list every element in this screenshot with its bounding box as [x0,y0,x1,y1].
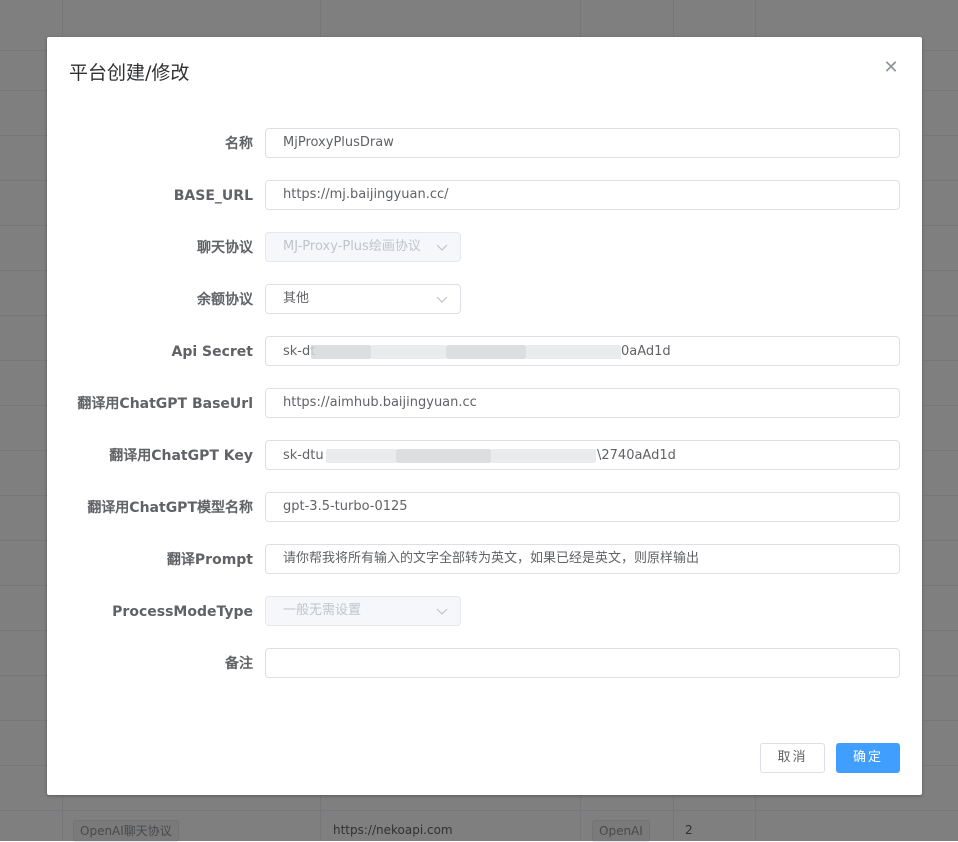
redaction-blur [396,449,491,463]
translate-base-url-input[interactable] [265,388,900,418]
form-row-remark: 备注 [47,648,922,680]
remark-input[interactable] [265,648,900,678]
key-start: sk-dtu [283,448,324,463]
form-row-translate-base-url: 翻译用ChatGPT BaseUrl [47,388,922,420]
key-end: \2740aAd1d [597,448,676,463]
field-label: BASE_URL [173,188,253,204]
cancel-button[interactable]: 取消 [760,743,825,773]
secret-end: 0aAd1d [621,344,671,359]
balance-protocol-select[interactable]: 其他 [265,284,461,314]
form-row-balance-protocol: 余额协议 其他 [47,284,922,316]
redaction-blur [491,449,596,463]
api-secret-input[interactable]: sk-dt 0aAd1d [265,336,900,366]
translate-model-input[interactable] [265,492,900,522]
field-label: 名称 [225,136,253,152]
field-label: 翻译用ChatGPT Key [109,448,253,464]
dialog-title: 平台创建/修改 [69,62,190,84]
chevron-down-icon [436,608,448,615]
field-label: Api Secret [171,344,254,360]
field-label: 翻译用ChatGPT BaseUrl [77,396,253,412]
close-icon[interactable]: ✕ [882,59,900,77]
process-mode-type-select: 一般无需设置 [265,596,461,626]
translate-prompt-input[interactable] [265,544,900,574]
field-label: 备注 [225,656,253,672]
name-input[interactable] [265,128,900,158]
select-value: 其他 [283,291,310,306]
field-label: 翻译Prompt [166,552,253,568]
field-label: 余额协议 [197,292,253,308]
field-label: ProcessModeType [112,604,253,620]
chat-protocol-select: MJ-Proxy-Plus绘画协议 [265,232,461,262]
translate-key-input[interactable]: sk-dtu \2740aAd1d [265,440,900,470]
form-row-api-secret: Api Secret sk-dt 0aAd1d [47,336,922,368]
confirm-button[interactable]: 确定 [836,743,900,773]
field-label: 聊天协议 [197,240,253,256]
base-url-input[interactable] [265,180,900,210]
form-row-process-mode-type: ProcessModeType 一般无需设置 [47,596,922,628]
field-label: 翻译用ChatGPT模型名称 [87,500,253,516]
form-row-translate-prompt: 翻译Prompt [47,544,922,576]
select-value: 一般无需设置 [283,603,362,618]
redaction-blur [311,345,371,359]
chevron-down-icon [436,296,448,303]
form-row-chat-protocol: 聊天协议 MJ-Proxy-Plus绘画协议 [47,232,922,264]
chevron-down-icon [436,244,448,251]
redaction-blur [446,345,526,359]
form-row-translate-model: 翻译用ChatGPT模型名称 [47,492,922,524]
redaction-blur [526,345,621,359]
redaction-blur [326,449,396,463]
redaction-blur [371,345,446,359]
platform-dialog: 平台创建/修改 ✕ 名称 BASE_URL 聊天协议 MJ-Proxy-Plus… [47,37,922,795]
form-row-translate-key: 翻译用ChatGPT Key sk-dtu \2740aAd1d [47,440,922,472]
form-row-name: 名称 [47,128,922,160]
select-value: MJ-Proxy-Plus绘画协议 [283,239,421,254]
form-row-base-url: BASE_URL [47,180,922,212]
